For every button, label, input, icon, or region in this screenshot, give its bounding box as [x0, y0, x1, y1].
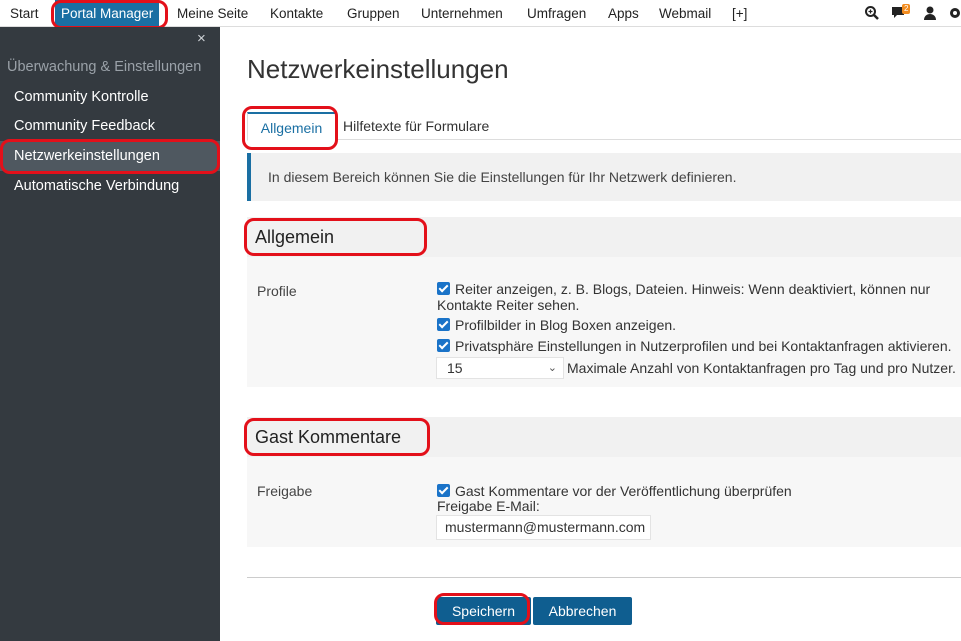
nav-kontakte[interactable]: Kontakte	[270, 0, 323, 27]
section-header-allgemein: Allgemein	[247, 217, 961, 257]
option-row: Gast Kommentare vor der Veröffentlichung…	[437, 483, 961, 499]
option-row: Reiter anzeigen, z. B. Blogs, Dateien. H…	[437, 281, 961, 313]
email-label: Freigabe E-Mail:	[437, 498, 540, 514]
sidebar-item-automatische-verbindung[interactable]: Automatische Verbindung	[0, 171, 220, 201]
checkbox-show-tabs[interactable]	[437, 282, 450, 295]
tab-allgemein[interactable]: Allgemein	[247, 112, 336, 141]
sidebar-item-netzwerkeinstellungen[interactable]: Netzwerkeinstellungen	[0, 141, 220, 171]
option-label: Profilbilder in Blog Boxen anzeigen.	[455, 317, 677, 333]
option-row: Profilbilder in Blog Boxen anzeigen.	[437, 317, 961, 333]
main-content: Netzwerkeinstellungen Allgemein Hilfetex…	[220, 27, 961, 641]
max-requests-select[interactable]: 15 ⌄	[436, 357, 564, 379]
select-value: 15	[447, 360, 463, 376]
option-label: Reiter anzeigen, z. B. Blogs, Dateien. H…	[437, 281, 931, 313]
page-title: Netzwerkeinstellungen	[247, 54, 509, 84]
select-label: Maximale Anzahl von Kontaktanfragen pro …	[567, 360, 956, 376]
nav-start[interactable]: Start	[10, 0, 39, 27]
user-icon[interactable]	[922, 5, 938, 21]
sidebar: × Überwachung & Einstellungen Community …	[0, 27, 220, 641]
checkbox-privacy-settings[interactable]	[437, 339, 450, 352]
sidebar-section-title: Überwachung & Einstellungen	[7, 59, 202, 75]
cancel-button[interactable]: Abbrechen	[533, 597, 632, 625]
top-navigation: Start Portal Manager Meine Seite Kontakt…	[0, 0, 961, 27]
nav-apps[interactable]: Apps	[608, 0, 639, 27]
option-label: Gast Kommentare vor der Veröffentlichung…	[455, 483, 792, 499]
nav-gruppen[interactable]: Gruppen	[347, 0, 400, 27]
nav-meine-seite[interactable]: Meine Seite	[177, 0, 248, 27]
close-icon[interactable]: ×	[197, 30, 206, 47]
row-label-freigabe: Freigabe	[257, 483, 313, 499]
checkbox-guest-comments[interactable]	[437, 484, 450, 497]
info-box: In diesem Bereich können Sie die Einstel…	[247, 153, 961, 201]
sidebar-item-community-kontrolle[interactable]: Community Kontrolle	[0, 82, 220, 112]
sidebar-item-community-feedback[interactable]: Community Feedback	[0, 111, 220, 141]
section-body-freigabe: Freigabe Gast Kommentare vor der Veröffe…	[247, 457, 961, 547]
chevron-down-icon: ⌄	[547, 362, 557, 374]
nav-portal-manager[interactable]: Portal Manager	[55, 0, 160, 27]
tab-hilfetexte[interactable]: Hilfetexte für Formulare	[343, 112, 489, 141]
nav-add[interactable]: [+]	[732, 0, 747, 27]
settings-icon[interactable]	[947, 5, 961, 21]
section-body-profile: Profile Reiter anzeigen, z. B. Blogs, Da…	[247, 257, 961, 387]
section-title: Gast Kommentare	[255, 427, 402, 447]
save-button[interactable]: Speichern	[436, 597, 531, 625]
notification-badge: 2	[902, 4, 911, 14]
option-label: Privatsphäre Einstellungen in Nutzerprof…	[455, 338, 952, 354]
section-header-gast-kommentare: Gast Kommentare	[247, 417, 961, 457]
checkbox-profile-pictures[interactable]	[437, 318, 450, 331]
search-icon[interactable]	[864, 5, 880, 21]
nav-webmail[interactable]: Webmail	[659, 0, 711, 27]
section-title: Allgemein	[255, 227, 335, 247]
tab-bar: Allgemein Hilfetexte für Formulare	[247, 112, 961, 141]
nav-unternehmen[interactable]: Unternehmen	[421, 0, 503, 27]
email-field[interactable]: mustermann@mustermann.com	[436, 515, 651, 540]
divider	[247, 577, 961, 578]
nav-umfragen[interactable]: Umfragen	[527, 0, 586, 27]
row-label-profile: Profile	[257, 283, 297, 299]
option-row: Privatsphäre Einstellungen in Nutzerprof…	[437, 338, 961, 354]
